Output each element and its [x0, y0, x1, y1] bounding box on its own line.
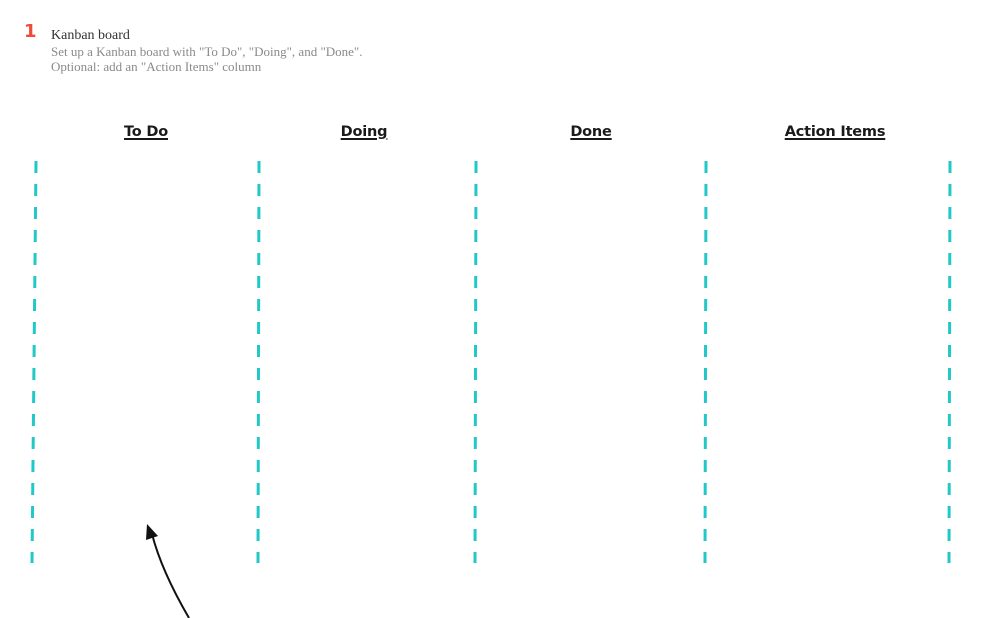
curved-arrow-icon — [146, 524, 190, 618]
kanban-board-canvas — [30, 160, 952, 618]
column-dividers — [30, 160, 952, 564]
column-divider — [473, 160, 478, 564]
column-divider — [703, 160, 708, 564]
column-divider — [256, 160, 261, 564]
column-divider — [30, 160, 38, 564]
column-divider — [947, 160, 952, 564]
